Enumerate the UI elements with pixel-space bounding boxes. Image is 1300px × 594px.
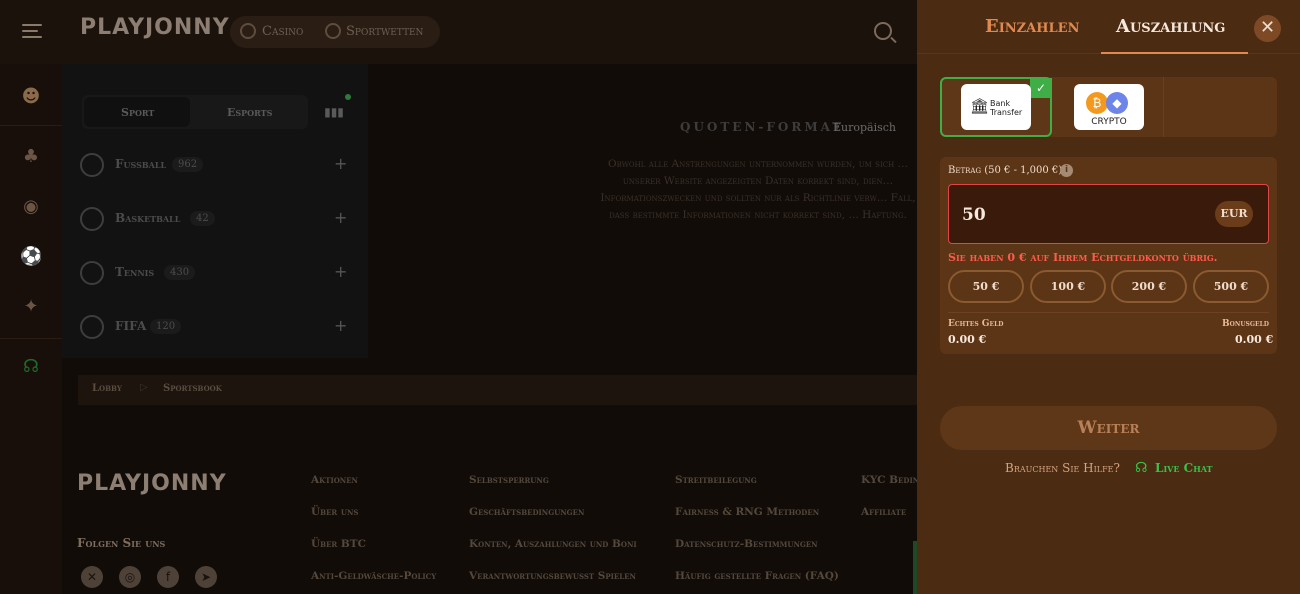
- footer-link[interactable]: Über BTC: [311, 538, 366, 550]
- live-chat-link[interactable]: Live Chat: [1155, 461, 1213, 475]
- tab-einzahlen[interactable]: Einzahlen: [985, 16, 1079, 37]
- footer-link[interactable]: Konten, Auszahlungen und Boni: [469, 538, 637, 550]
- menu-icon[interactable]: [22, 24, 42, 40]
- info-icon[interactable]: i: [1060, 164, 1073, 177]
- live-icon[interactable]: ◉: [20, 196, 42, 218]
- balance-divider: [948, 312, 1269, 313]
- amount-input[interactable]: [962, 202, 1162, 228]
- quick-amount-100[interactable]: 100 €: [1030, 270, 1106, 303]
- basketball-icon: [80, 207, 104, 231]
- sport-count: 962: [172, 157, 204, 172]
- fifa-icon: [80, 315, 104, 339]
- quick-amount-200[interactable]: 200 €: [1111, 270, 1187, 303]
- odds-format-label: QUOTEN-FORMAT: [680, 120, 845, 134]
- weiter-button[interactable]: Weiter: [940, 406, 1277, 450]
- site-logo[interactable]: PLAYJONNY: [80, 15, 230, 40]
- football-icon: [325, 23, 341, 39]
- follow-heading: Folgen Sie uns: [77, 536, 166, 550]
- sport-row-fifa[interactable]: FIFA 120 +: [78, 312, 358, 342]
- stats-icon[interactable]: ▮▮▮: [314, 95, 354, 129]
- active-tab-underline: [1101, 52, 1248, 54]
- disclaimer-text: Obwohl alle Anstrengungen unternommen wu…: [600, 158, 916, 221]
- facebook-icon[interactable]: f: [157, 566, 179, 588]
- quick-amount-500[interactable]: 500 €: [1193, 270, 1269, 303]
- footer-link[interactable]: Aktionen: [311, 474, 358, 486]
- footer-link[interactable]: Anti-Geldwäsche-Policy: [311, 570, 436, 582]
- tab-auszahlung[interactable]: Auszahlung: [1116, 16, 1225, 37]
- search-icon[interactable]: [874, 22, 892, 40]
- footer-link[interactable]: Streitbeilegung: [675, 474, 757, 486]
- nav-sportwetten[interactable]: Sportwetten: [346, 24, 423, 39]
- footer-logo[interactable]: PLAYJONNY: [77, 471, 227, 496]
- expand-icon[interactable]: +: [334, 154, 347, 173]
- football-icon[interactable]: ⚽: [20, 246, 42, 268]
- check-icon: ✓: [1030, 78, 1052, 98]
- breadcrumb-separator-icon: ▷: [140, 382, 148, 393]
- football-icon: [80, 153, 104, 177]
- footer-link[interactable]: Über uns: [311, 506, 358, 518]
- bank-transfer-label: Bank Transfer: [990, 99, 1023, 117]
- tab-esports[interactable]: Esports: [227, 106, 272, 119]
- headset-icon[interactable]: ☊: [1135, 460, 1147, 476]
- app: PLAYJONNY Casino Sportwetten ☻ ♣ ◉ ⚽ ✦ ☊…: [0, 0, 1300, 594]
- sport-row-tennis[interactable]: Tennis 430 +: [78, 258, 358, 288]
- footer-link[interactable]: Selbstsperrung: [469, 474, 549, 486]
- footer-link[interactable]: Häufig gestellte Fragen (FAQ): [675, 570, 839, 582]
- expand-icon[interactable]: +: [334, 208, 347, 227]
- x-icon[interactable]: ✕: [81, 566, 103, 588]
- bonus-money-label: Bonusgeld: [1222, 319, 1270, 329]
- nav-casino[interactable]: Casino: [262, 24, 303, 39]
- breadcrumb-sportsbook[interactable]: Sportsbook: [163, 383, 222, 394]
- quick-amount-50[interactable]: 50 €: [948, 270, 1024, 303]
- error-message: Sie haben 0 € auf Ihrem Echtgeldkonto üb…: [948, 251, 1218, 264]
- bitcoin-icon: ₿: [1086, 92, 1108, 114]
- telegram-icon[interactable]: ➤: [195, 566, 217, 588]
- footer-link[interactable]: Geschäftsbedingungen: [469, 506, 584, 518]
- footer-link[interactable]: KYC Bedin…: [861, 474, 917, 486]
- sport-count: 120: [150, 319, 182, 334]
- tab-sport[interactable]: Sport: [121, 106, 154, 119]
- close-icon[interactable]: ✕: [1254, 15, 1281, 42]
- real-money-label: Echtes Geld: [948, 319, 1004, 329]
- help-text: Brauchen Sie Hilfe?: [1005, 461, 1120, 475]
- expand-icon[interactable]: +: [334, 262, 347, 281]
- currency-selector[interactable]: EUR: [1215, 201, 1253, 227]
- bank-icon: 🏛: [970, 97, 990, 115]
- cherry-icon[interactable]: ♣: [20, 146, 42, 168]
- mascot-icon[interactable]: ☻: [20, 86, 42, 108]
- sport-name: Basketball: [115, 211, 181, 225]
- sport-name: Tennis: [115, 265, 155, 279]
- cherry-icon: [240, 23, 256, 39]
- sidebar-divider: [0, 338, 62, 339]
- footer-link[interactable]: Datenschutz-Bestimmungen: [675, 538, 818, 550]
- sport-count: 430: [164, 265, 196, 280]
- ethereum-icon: ◆: [1106, 92, 1128, 114]
- real-money-value: 0.00 €: [948, 333, 987, 346]
- sidebar-divider: [0, 125, 62, 126]
- sport-row-fussball[interactable]: Fußball 962 +: [78, 150, 358, 180]
- instagram-icon[interactable]: ◎: [119, 566, 141, 588]
- footer-link[interactable]: Fairness & RNG Methoden: [675, 506, 819, 518]
- live-indicator: [345, 94, 351, 100]
- amount-label: Betrag (50 € - 1,000 €): [948, 165, 1063, 176]
- sport-name: FIFA: [115, 319, 147, 333]
- crypto-label: CRYPTO: [1091, 117, 1127, 127]
- left-sidebar: [0, 64, 62, 594]
- breadcrumb-lobby[interactable]: Lobby: [92, 383, 122, 394]
- footer-link[interactable]: Verantwortungsbewusst Spielen: [469, 570, 636, 582]
- sport-row-basketball[interactable]: Basketball 42 +: [78, 204, 358, 234]
- sport-name: Fußball: [115, 157, 167, 171]
- odds-format-value[interactable]: Europäisch: [833, 121, 896, 134]
- gamepad-icon[interactable]: ✦: [20, 296, 42, 318]
- sport-count: 42: [190, 211, 215, 226]
- expand-icon[interactable]: +: [334, 316, 347, 335]
- headset-icon[interactable]: ☊: [20, 356, 42, 378]
- bonus-money-value: 0.00 €: [1235, 333, 1274, 346]
- tennis-icon: [80, 261, 104, 285]
- footer-link[interactable]: Affiliate: [861, 506, 906, 518]
